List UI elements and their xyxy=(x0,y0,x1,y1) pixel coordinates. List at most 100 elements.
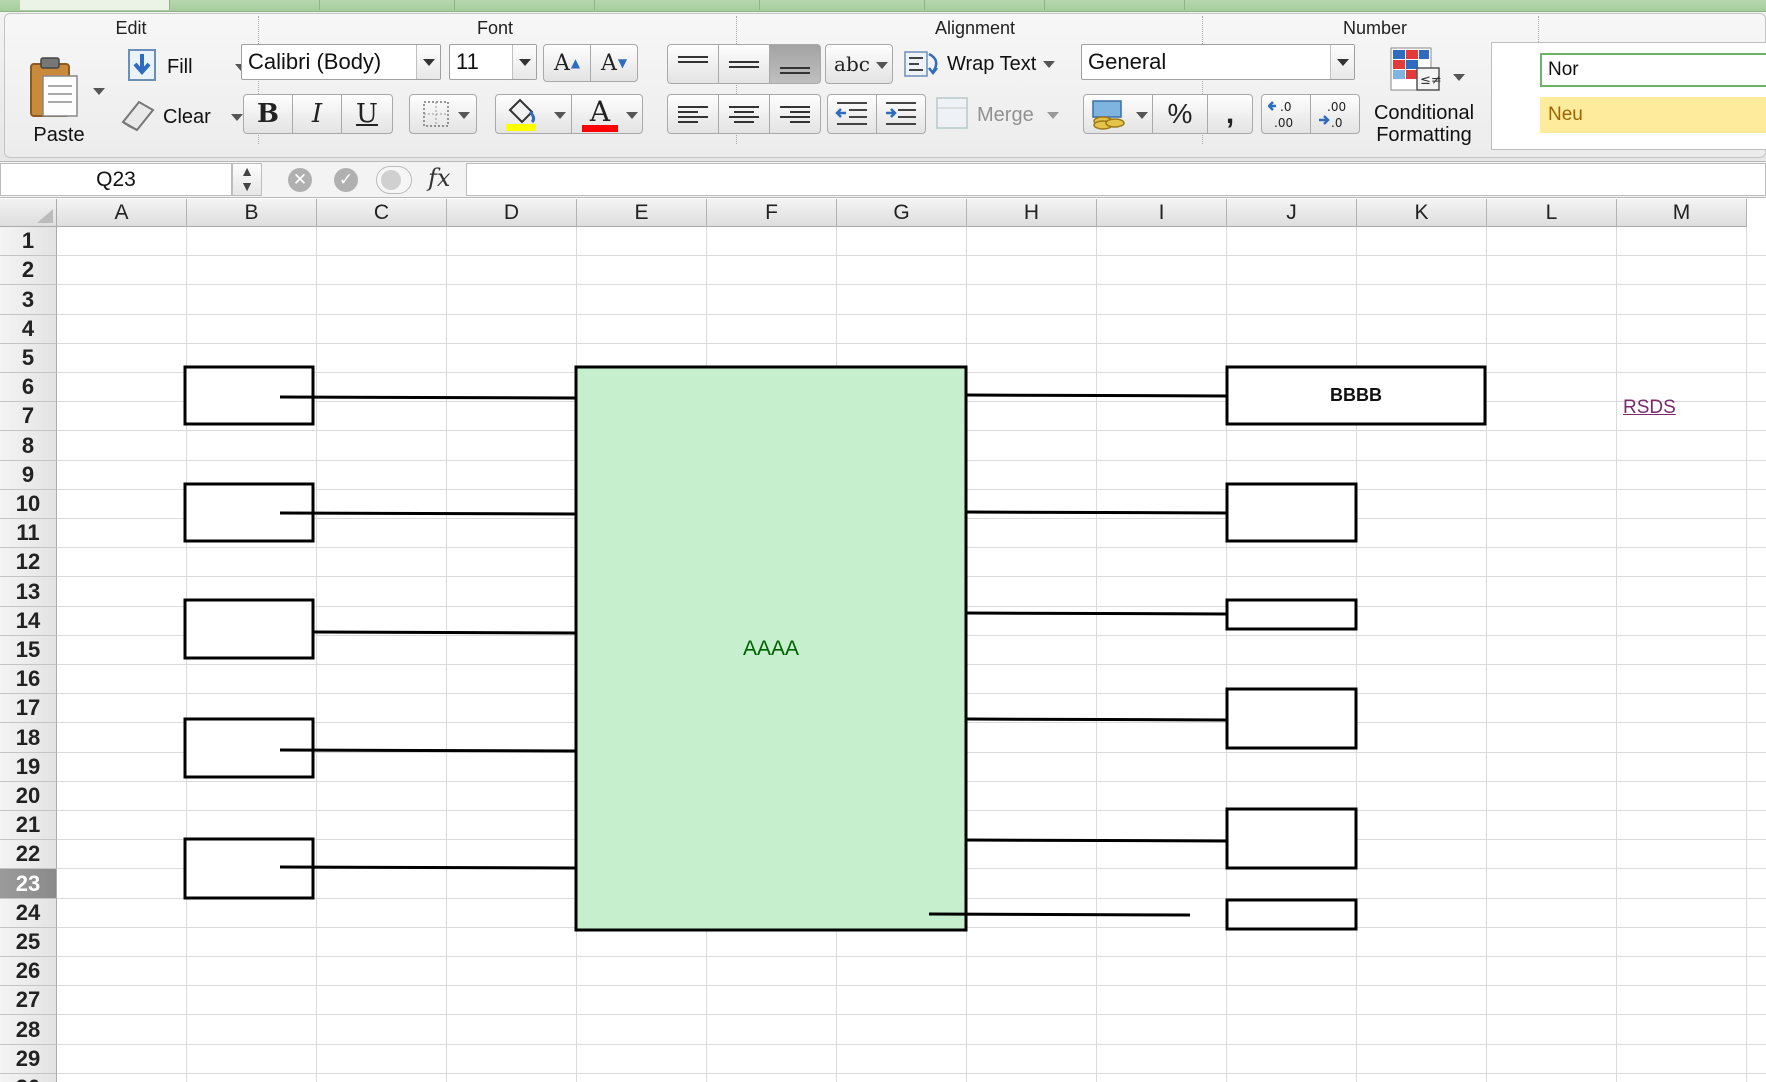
row-header-1[interactable]: 1 xyxy=(0,227,57,256)
cancel-entry-icon[interactable]: ✕ xyxy=(288,168,312,192)
right-connector-2[interactable] xyxy=(965,510,1228,515)
right-connector-1[interactable] xyxy=(965,393,1228,398)
left-connector-3[interactable] xyxy=(312,630,576,635)
row-header-11[interactable]: 11 xyxy=(0,519,57,548)
left-box-4[interactable] xyxy=(183,717,315,779)
row-header-10[interactable]: 10 xyxy=(0,490,57,519)
right-box-3[interactable] xyxy=(1225,598,1358,631)
row-header-19[interactable]: 19 xyxy=(0,753,57,782)
italic-button[interactable]: I xyxy=(292,94,342,134)
column-header-k[interactable]: K xyxy=(1357,199,1487,227)
comma-style-button[interactable]: , xyxy=(1207,94,1253,134)
hyperlink-rsds[interactable]: RSDS xyxy=(1623,397,1676,419)
row-header-26[interactable]: 26 xyxy=(0,957,57,986)
column-header-c[interactable]: C xyxy=(317,199,447,227)
fill-button[interactable]: Fill xyxy=(123,48,253,86)
row-header-30[interactable]: 30 xyxy=(0,1074,57,1082)
shrink-font-button[interactable]: A ▼ xyxy=(590,44,638,82)
row-header-2[interactable]: 2 xyxy=(0,256,57,285)
row-header-18[interactable]: 18 xyxy=(0,723,57,753)
row-header-14[interactable]: 14 xyxy=(0,607,57,636)
tab-layout[interactable] xyxy=(170,0,320,10)
row-header-7[interactable]: 7 xyxy=(0,402,57,431)
right-box-4[interactable] xyxy=(1225,687,1358,750)
align-left-button[interactable] xyxy=(667,94,719,134)
underline-button[interactable]: U xyxy=(341,94,393,134)
column-header-a[interactable]: A xyxy=(57,199,187,227)
name-box[interactable]: Q23 xyxy=(0,163,232,196)
conditional-formatting-button[interactable]: ≤≠ Conditional Formatting xyxy=(1371,44,1477,156)
highlight-dropdown-icon[interactable] xyxy=(554,112,566,119)
row-header-29[interactable]: 29 xyxy=(0,1045,57,1074)
row-header-15[interactable]: 15 xyxy=(0,636,57,665)
row-header-28[interactable]: 28 xyxy=(0,1015,57,1045)
row-header-9[interactable]: 9 xyxy=(0,461,57,490)
left-connector-1[interactable] xyxy=(279,395,576,400)
decrease-indent-button[interactable] xyxy=(827,94,877,134)
font-family-select[interactable]: Calibri (Body) xyxy=(241,44,441,80)
align-center-button[interactable] xyxy=(718,94,770,134)
left-connector-2[interactable] xyxy=(279,511,576,516)
font-color-dropdown-icon[interactable] xyxy=(626,112,638,119)
right-connector-6[interactable] xyxy=(928,912,1191,917)
number-format-dropdown-icon[interactable] xyxy=(1330,45,1354,79)
tab-smartart[interactable] xyxy=(595,0,760,10)
confirm-entry-icon[interactable]: ✓ xyxy=(334,168,358,192)
row-header-3[interactable]: 3 xyxy=(0,285,57,315)
right-connector-5[interactable] xyxy=(965,838,1228,843)
right-box-5[interactable] xyxy=(1225,807,1358,870)
row-header-5[interactable]: 5 xyxy=(0,344,57,373)
percent-style-button[interactable]: % xyxy=(1152,94,1208,134)
column-header-m[interactable]: M xyxy=(1617,199,1747,227)
right-connector-4[interactable] xyxy=(965,717,1228,722)
wrap-text-dropdown-icon[interactable] xyxy=(1043,61,1055,68)
conditional-formatting-dropdown-icon[interactable] xyxy=(1453,74,1465,81)
align-top-button[interactable] xyxy=(667,44,719,84)
column-header-f[interactable]: F xyxy=(707,199,837,227)
paste-dropdown-icon[interactable] xyxy=(93,88,105,95)
orientation-dropdown-icon[interactable] xyxy=(876,62,888,69)
right-box-2[interactable] xyxy=(1225,482,1358,543)
column-header-i[interactable]: I xyxy=(1097,199,1227,227)
row-header-22[interactable]: 22 xyxy=(0,840,57,869)
increase-decimal-button[interactable]: .00 .0 xyxy=(1310,94,1360,134)
cells-area[interactable]: AAAA BBBB RSDS xyxy=(57,227,1766,1082)
left-box-1[interactable] xyxy=(183,365,315,426)
tab-home[interactable] xyxy=(20,0,170,10)
paste-button[interactable]: Paste xyxy=(19,52,105,152)
currency-dropdown-icon[interactable] xyxy=(1136,112,1148,119)
row-header-27[interactable]: 27 xyxy=(0,986,57,1015)
merge-button[interactable]: Merge xyxy=(935,96,1063,134)
align-middle-button[interactable] xyxy=(718,44,770,84)
right-box-6[interactable] xyxy=(1225,898,1358,931)
row-header-23[interactable]: 23 xyxy=(0,869,57,899)
orientation-button[interactable]: abc xyxy=(825,44,893,84)
row-header-12[interactable]: 12 xyxy=(0,548,57,577)
fx-icon[interactable]: fx xyxy=(428,164,450,192)
number-format-select[interactable]: General xyxy=(1081,44,1355,80)
column-header-g[interactable]: G xyxy=(837,199,967,227)
row-header-13[interactable]: 13 xyxy=(0,577,57,607)
decrease-decimal-button[interactable]: .0 .00 xyxy=(1261,94,1311,134)
select-all-corner[interactable] xyxy=(0,199,57,227)
font-size-select[interactable]: 11 xyxy=(449,44,537,80)
row-header-20[interactable]: 20 xyxy=(0,782,57,811)
currency-format-button[interactable] xyxy=(1083,94,1153,134)
row-header-17[interactable]: 17 xyxy=(0,694,57,723)
increase-indent-button[interactable] xyxy=(876,94,926,134)
left-box-3[interactable] xyxy=(183,598,315,660)
merge-dropdown-icon[interactable] xyxy=(1047,112,1059,119)
row-header-4[interactable]: 4 xyxy=(0,315,57,344)
highlight-color-button[interactable] xyxy=(495,94,575,134)
clear-dropdown-icon[interactable] xyxy=(231,114,243,121)
bold-button[interactable]: B xyxy=(243,94,293,134)
left-connector-4[interactable] xyxy=(279,748,576,753)
row-header-8[interactable]: 8 xyxy=(0,431,57,461)
tab-review[interactable] xyxy=(1045,0,1185,10)
tab-formulas[interactable] xyxy=(760,0,925,10)
column-header-h[interactable]: H xyxy=(967,199,1097,227)
row-header-6[interactable]: 6 xyxy=(0,373,57,402)
tab-tables[interactable] xyxy=(320,0,455,10)
row-header-16[interactable]: 16 xyxy=(0,665,57,694)
borders-dropdown-icon[interactable] xyxy=(458,112,470,119)
